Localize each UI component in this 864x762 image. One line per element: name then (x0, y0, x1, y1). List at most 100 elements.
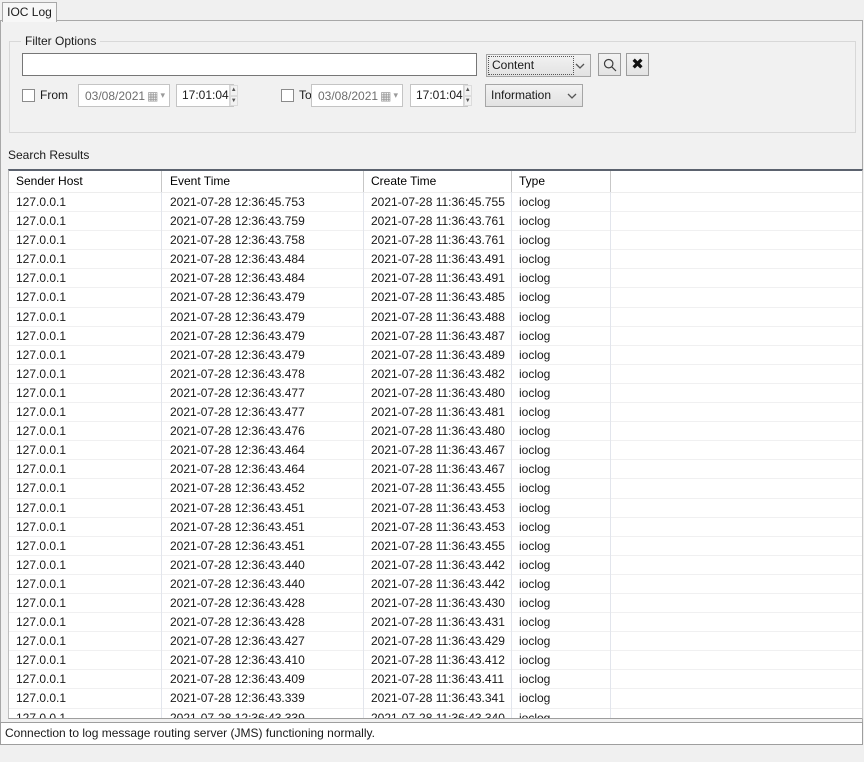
table-row[interactable]: 127.0.0.12021-07-28 12:36:43.3392021-07-… (9, 689, 862, 708)
severity-select[interactable]: Information (485, 84, 583, 107)
cell-type: ioclog (519, 575, 550, 594)
spinner-up-icon[interactable]: ▲ (464, 85, 472, 96)
table-row[interactable]: 127.0.0.12021-07-28 12:36:43.4642021-07-… (9, 460, 862, 479)
table-row[interactable]: 127.0.0.12021-07-28 12:36:43.4282021-07-… (9, 594, 862, 613)
cell-create-time: 2021-07-28 11:36:43.491 (371, 250, 505, 269)
cell-create-time: 2021-07-28 11:36:43.429 (371, 632, 505, 651)
cell-event-time: 2021-07-28 12:36:43.452 (170, 479, 305, 498)
table-row[interactable]: 127.0.0.12021-07-28 12:36:43.4402021-07-… (9, 575, 862, 594)
table-row[interactable]: 127.0.0.12021-07-28 12:36:43.4512021-07-… (9, 499, 862, 518)
column-divider[interactable] (161, 171, 162, 718)
table-row[interactable]: 127.0.0.1 2021-07-28 12:36:43.452 2021-07-… (9, 479, 862, 498)
table-row[interactable]: 127.0.0.12021-07-28 12:36:43.4772021-07-… (9, 384, 862, 403)
cell-create-time: 2021-07-28 11:36:43.488 (371, 308, 505, 327)
from-checkbox[interactable] (22, 89, 35, 102)
table-row[interactable]: 127.0.0.12021-07-28 12:36:43.4282021-07-… (9, 613, 862, 632)
filter-options-label: Filter Options (21, 34, 100, 48)
cell-create-time: 2021-07-28 11:36:43.431 (371, 613, 505, 632)
filter-text-input[interactable] (22, 53, 477, 76)
cell-event-time: 2021-07-28 12:36:43.479 (170, 288, 305, 307)
cell-create-time: 2021-07-28 11:36:45.755 (371, 193, 505, 212)
from-label: From (40, 89, 68, 102)
cell-type: ioclog (519, 518, 550, 537)
content-field-select[interactable]: Content (486, 54, 591, 77)
table-row[interactable]: 127.0.0.12021-07-28 12:36:43.4842021-07-… (9, 269, 862, 288)
table-row[interactable]: 127.0.0.12021-07-28 12:36:43.4512021-07-… (9, 518, 862, 537)
from-time-picker[interactable]: 17:01:04 ▲ ▼ (176, 84, 234, 107)
cell-sender-host: 127.0.0.1 (16, 327, 66, 346)
table-row[interactable]: 127.0.0.12021-07-28 12:36:43.4792021-07-… (9, 308, 862, 327)
cell-sender-host: 127.0.0.1 (16, 670, 66, 689)
cell-create-time: 2021-07-28 11:36:43.455 (371, 537, 505, 556)
column-divider[interactable] (610, 171, 611, 718)
table-row[interactable]: 127.0.0.12021-07-28 12:36:43.4792021-07-… (9, 288, 862, 307)
tab-ioc-log[interactable]: IOC Log (2, 2, 57, 22)
table-row[interactable]: 127.0.0.12021-07-28 12:36:43.4092021-07-… (9, 670, 862, 689)
column-divider[interactable] (511, 171, 512, 718)
column-divider[interactable] (363, 171, 364, 718)
to-checkbox[interactable] (281, 89, 294, 102)
table-row[interactable]: 127.0.0.12021-07-28 12:36:43.4402021-07-… (9, 556, 862, 575)
cell-create-time: 2021-07-28 11:36:43.467 (371, 460, 505, 479)
cell-create-time: 2021-07-28 11:36:43.482 (371, 365, 505, 384)
column-header-type[interactable]: Type (519, 171, 545, 192)
table-row[interactable]: 127.0.0.12021-07-28 12:36:43.4782021-07-… (9, 365, 862, 384)
table-row[interactable]: 127.0.0.12021-07-28 12:36:43.4772021-07-… (9, 403, 862, 422)
to-time-picker[interactable]: 17:01:04 ▲ ▼ (410, 84, 468, 107)
cell-create-time: 2021-07-28 11:36:43.480 (371, 384, 505, 403)
from-date-picker[interactable]: 03/08/2021 ▦ ▾ (78, 84, 170, 107)
cell-sender-host: 127.0.0.1 (16, 575, 66, 594)
column-header-event-time[interactable]: Event Time (170, 171, 230, 192)
search-button[interactable] (598, 53, 621, 76)
table-row[interactable]: 127.0.0.12021-07-28 12:36:43.4792021-07-… (9, 327, 862, 346)
cell-sender-host: 127.0.0.1 (16, 193, 66, 212)
cell-sender-host: 127.0.0.1 (16, 231, 66, 250)
cell-event-time: 2021-07-28 12:36:43.479 (170, 327, 305, 346)
spinner-down-icon[interactable]: ▼ (464, 96, 472, 107)
search-results-label: Search Results (8, 148, 89, 162)
cell-sender-host: 127.0.0.1 (16, 689, 66, 708)
table-row[interactable]: 127.0.0.12021-07-28 12:36:43.3392021-07-… (9, 709, 862, 718)
table-row[interactable]: 127.0.0.12021-07-28 12:36:43.4512021-07-… (9, 537, 862, 556)
table-row[interactable]: 127.0.0.12021-07-28 12:36:43.4792021-07-… (9, 346, 862, 365)
to-time-value: 17:01:04 (411, 85, 463, 106)
cell-sender-host: 127.0.0.1 (16, 613, 66, 632)
content-field-value: Content (489, 57, 573, 74)
cell-sender-host: 127.0.0.1 (16, 422, 66, 441)
cell-event-time: 2021-07-28 12:36:43.758 (170, 231, 305, 250)
cell-type: ioclog (519, 288, 550, 307)
table-row[interactable]: 127.0.0.12021-07-28 12:36:43.4272021-07-… (9, 632, 862, 651)
table-rows: 127.0.0.12021-07-28 12:36:45.7532021-07-… (9, 193, 862, 718)
table-row[interactable]: 127.0.0.12021-07-28 12:36:43.4102021-07-… (9, 651, 862, 670)
cell-create-time: 2021-07-28 11:36:43.455 (371, 479, 505, 498)
cell-type: ioclog (519, 499, 550, 518)
cell-sender-host: 127.0.0.1 (16, 479, 66, 498)
cell-event-time: 2021-07-28 12:36:43.484 (170, 269, 305, 288)
table-row[interactable]: 127.0.0.12021-07-28 12:36:43.4842021-07-… (9, 250, 862, 269)
clear-icon: ✖ (631, 57, 644, 72)
to-date-picker[interactable]: 03/08/2021 ▦ ▾ (311, 84, 403, 107)
clear-button[interactable]: ✖ (626, 53, 649, 76)
to-time-spinner: ▲ ▼ (463, 85, 472, 106)
cell-sender-host: 127.0.0.1 (16, 365, 66, 384)
spinner-down-icon[interactable]: ▼ (230, 96, 238, 107)
cell-event-time: 2021-07-28 12:36:43.428 (170, 594, 305, 613)
cell-type: ioclog (519, 193, 550, 212)
cell-type: ioclog (519, 346, 550, 365)
cell-sender-host: 127.0.0.1 (16, 556, 66, 575)
cell-type: ioclog (519, 250, 550, 269)
chevron-down-icon (575, 63, 585, 69)
table-row[interactable]: 127.0.0.12021-07-28 12:36:43.7592021-07-… (9, 212, 862, 231)
table-row[interactable]: 127.0.0.12021-07-28 12:36:43.4642021-07-… (9, 441, 862, 460)
spinner-up-icon[interactable]: ▲ (230, 85, 238, 96)
cell-sender-host: 127.0.0.1 (16, 460, 66, 479)
cell-type: ioclog (519, 422, 550, 441)
table-row[interactable]: 127.0.0.12021-07-28 12:36:43.7582021-07-… (9, 231, 862, 250)
column-header-sender-host[interactable]: Sender Host (16, 171, 83, 192)
cell-create-time: 2021-07-28 11:36:43.453 (371, 518, 505, 537)
dropdown-arrow-icon: ▾ (160, 90, 165, 101)
cell-sender-host: 127.0.0.1 (16, 250, 66, 269)
table-row[interactable]: 127.0.0.12021-07-28 12:36:43.4762021-07-… (9, 422, 862, 441)
table-row[interactable]: 127.0.0.12021-07-28 12:36:45.7532021-07-… (9, 193, 862, 212)
column-header-create-time[interactable]: Create Time (371, 171, 436, 192)
